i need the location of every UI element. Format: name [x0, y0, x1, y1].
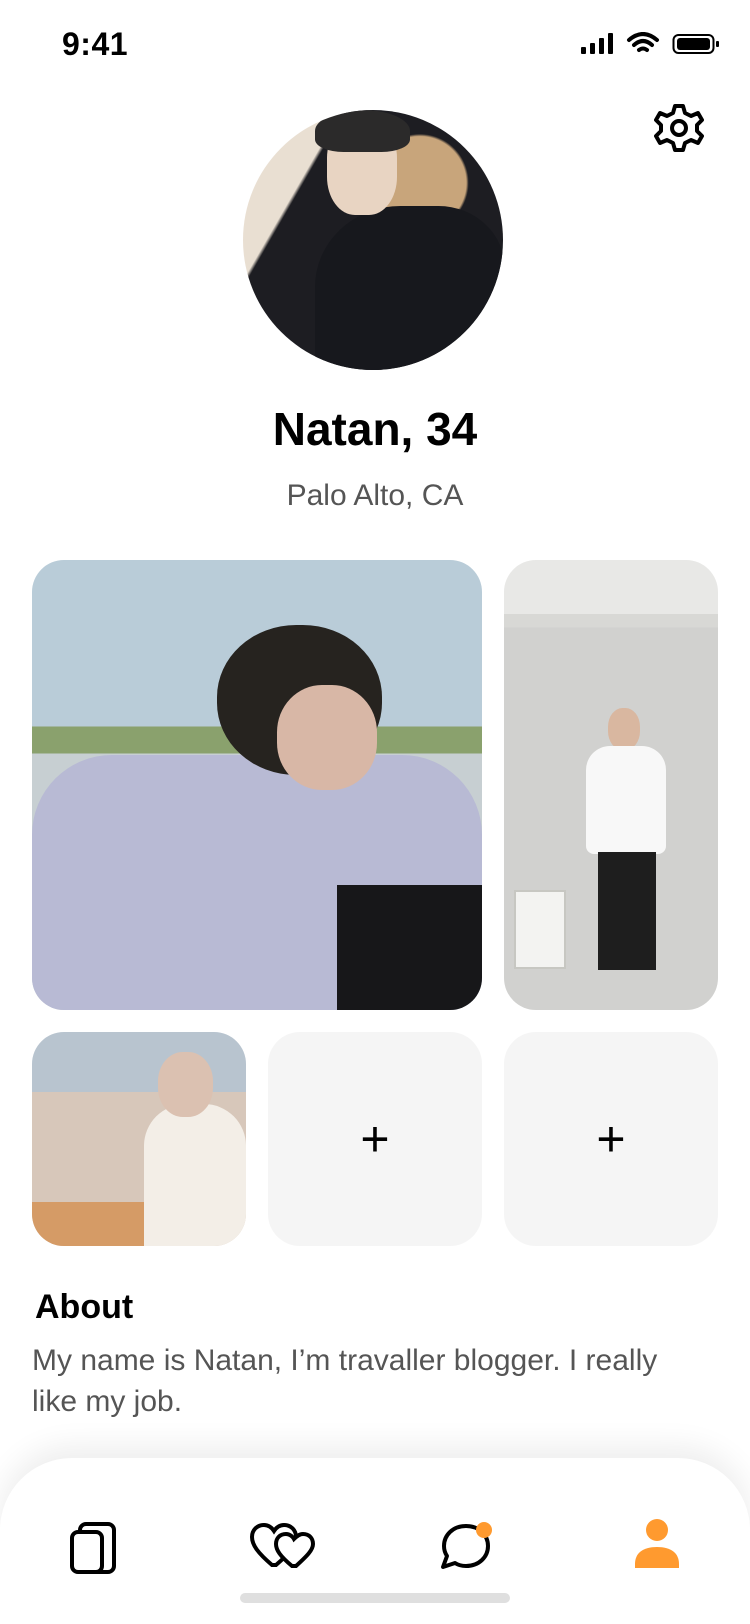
plus-icon: +	[596, 1111, 626, 1167]
nav-likes-button[interactable]	[244, 1506, 324, 1586]
profile-photo-tall[interactable]	[504, 560, 718, 1010]
status-icons	[580, 32, 720, 56]
gear-icon	[654, 104, 704, 152]
profile-name-age: Natan, 34	[272, 403, 478, 455]
battery-icon	[672, 34, 719, 54]
hearts-icon	[249, 1522, 316, 1568]
signal-icon	[581, 33, 613, 54]
profile-avatar	[243, 110, 503, 370]
add-photo-button-1[interactable]: +	[268, 1032, 482, 1246]
settings-button[interactable]	[653, 102, 705, 154]
nav-profile-button[interactable]	[617, 1506, 697, 1586]
nav-messages-button[interactable]	[426, 1506, 506, 1586]
about-title: About	[35, 1288, 134, 1326]
wifi-icon	[627, 32, 659, 52]
person-icon	[635, 1519, 679, 1568]
profile-photo-large[interactable]	[32, 560, 482, 1010]
plus-icon: +	[360, 1111, 390, 1167]
add-photo-button-2[interactable]: +	[504, 1032, 718, 1246]
profile-photo-small[interactable]	[32, 1032, 246, 1246]
status-bar: 9:41	[0, 0, 750, 94]
status-time: 9:41	[62, 26, 129, 62]
home-indicator	[240, 1593, 510, 1603]
cards-icon	[70, 1522, 116, 1574]
nav-cards-button[interactable]	[56, 1506, 136, 1586]
about-text: My name is Natan, I’m travaller blogger.…	[32, 1344, 658, 1418]
profile-location: Palo Alto, CA	[286, 479, 464, 512]
chat-icon	[441, 1522, 492, 1569]
